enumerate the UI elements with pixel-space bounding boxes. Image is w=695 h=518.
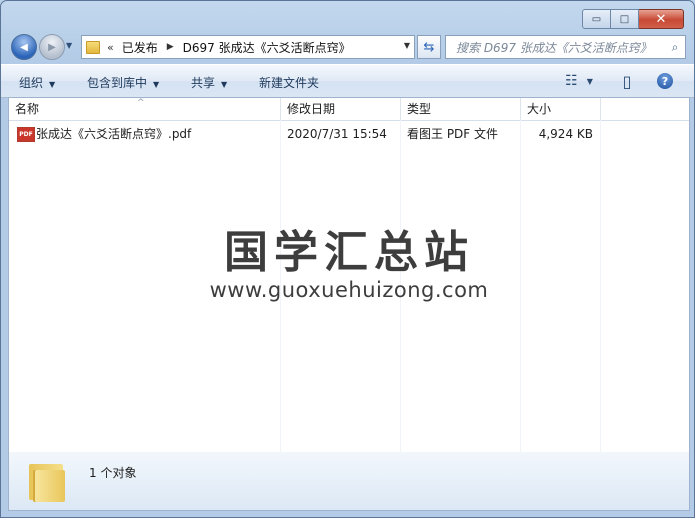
breadcrumb-current-folder[interactable]: D697 张成达《六爻活断点窍》 <box>183 39 351 56</box>
preview-pane-icon: ▯ <box>622 71 632 91</box>
item-count: 1 个对象 <box>89 466 137 480</box>
caption-buttons: ▭ □ ✕ <box>582 9 684 29</box>
file-list[interactable]: 名称 ^ 修改日期 类型 大小 PDF 张成达《六爻活断点窍》.pdf 2020/… <box>8 97 690 453</box>
close-button[interactable]: ✕ <box>639 9 684 29</box>
column-size[interactable]: 大小 <box>521 98 601 120</box>
breadcrumb-published[interactable]: 已发布 <box>122 39 158 56</box>
help-button[interactable]: ? <box>653 70 677 92</box>
address-dropdown-icon[interactable]: ▼ <box>404 41 410 50</box>
column-name-label: 名称 <box>15 102 40 116</box>
breadcrumb-separator[interactable]: ▶ <box>167 42 174 52</box>
maximize-icon: □ <box>619 13 630 25</box>
new-folder-label: 新建文件夹 <box>259 76 320 90</box>
watermark-url: www.guoxuehuizong.com <box>209 278 489 302</box>
address-overflow-chevron[interactable]: « <box>107 41 114 54</box>
minimize-icon: ▭ <box>591 13 602 25</box>
help-icon: ? <box>657 73 673 89</box>
include-in-library-menu[interactable]: 包含到库中 ▼ <box>87 74 159 91</box>
pdf-icon: PDF <box>17 127 35 142</box>
command-bar: 组织 ▼ 包含到库中 ▼ 共享 ▼ 新建文件夹 ☷ ▼ ▯ ? <box>1 64 694 98</box>
back-icon: ◀ <box>20 41 28 53</box>
column-type[interactable]: 类型 <box>401 98 521 120</box>
forward-icon: ▶ <box>48 41 56 53</box>
search-icon[interactable]: ⌕ <box>665 40 685 55</box>
chevron-down-icon: ▼ <box>153 80 160 89</box>
organize-menu[interactable]: 组织 ▼ <box>19 74 55 91</box>
file-type: 看图王 PDF 文件 <box>407 127 499 141</box>
minimize-button[interactable]: ▭ <box>582 9 611 29</box>
preview-pane-button[interactable]: ▯ <box>615 70 639 92</box>
column-date-label: 修改日期 <box>287 102 336 116</box>
share-label: 共享 <box>191 76 216 90</box>
watermark-title: 国学汇总站 <box>224 227 474 278</box>
close-icon: ✕ <box>655 11 667 27</box>
column-name[interactable]: 名称 ^ <box>9 98 281 120</box>
chevron-down-icon: ▼ <box>586 76 593 86</box>
column-size-label: 大小 <box>527 102 552 116</box>
share-menu[interactable]: 共享 ▼ <box>191 74 227 91</box>
view-icon: ☷ <box>565 73 578 89</box>
column-date-modified[interactable]: 修改日期 <box>281 98 401 120</box>
file-modified: 2020/7/31 15:54 <box>287 127 387 141</box>
chevron-down-icon: ▼ <box>221 80 228 89</box>
refresh-button[interactable]: ⇆ <box>417 35 441 59</box>
file-name[interactable]: 张成达《六爻活断点窍》.pdf <box>36 124 191 144</box>
new-folder-button[interactable]: 新建文件夹 <box>259 74 319 91</box>
file-size: 4,924 KB <box>538 127 593 141</box>
search-box[interactable]: 搜索 D697 张成达《六爻活断点窍》 ⌕ <box>445 35 686 59</box>
column-type-label: 类型 <box>407 102 432 116</box>
change-view-button[interactable]: ☷ ▼ <box>557 70 601 92</box>
recent-pages-dropdown[interactable]: ▼ <box>66 41 72 50</box>
navigation-bar: ◀ ▶ ▼ « 已发布 ▶ D697 张成达《六爻活断点窍》 ▼ ⇆ 搜索 D6… <box>9 33 686 61</box>
organize-label: 组织 <box>19 76 44 90</box>
chevron-down-icon: ▼ <box>49 80 56 89</box>
maximize-button[interactable]: □ <box>611 9 639 29</box>
details-pane: 1 个对象 <box>8 452 690 511</box>
refresh-icon: ⇆ <box>423 39 435 55</box>
search-input[interactable]: 搜索 D697 张成达《六爻活断点窍》 <box>446 39 665 56</box>
include-library-label: 包含到库中 <box>87 76 148 90</box>
explorer-window: ▭ □ ✕ ◀ ▶ ▼ « 已发布 ▶ D697 张成达《六爻活断点窍》 ▼ ⇆… <box>0 0 695 518</box>
sort-ascending-icon: ^ <box>137 98 145 108</box>
back-button[interactable]: ◀ <box>11 34 37 60</box>
forward-button[interactable]: ▶ <box>39 34 65 60</box>
file-row[interactable]: PDF 张成达《六爻活断点窍》.pdf 2020/7/31 15:54 看图王 … <box>9 124 689 144</box>
address-bar[interactable]: « 已发布 ▶ D697 张成达《六爻活断点窍》 ▼ <box>81 35 415 59</box>
folder-icon <box>86 40 100 54</box>
folder-icon <box>29 464 65 502</box>
column-header: 名称 ^ 修改日期 类型 大小 <box>9 98 689 121</box>
